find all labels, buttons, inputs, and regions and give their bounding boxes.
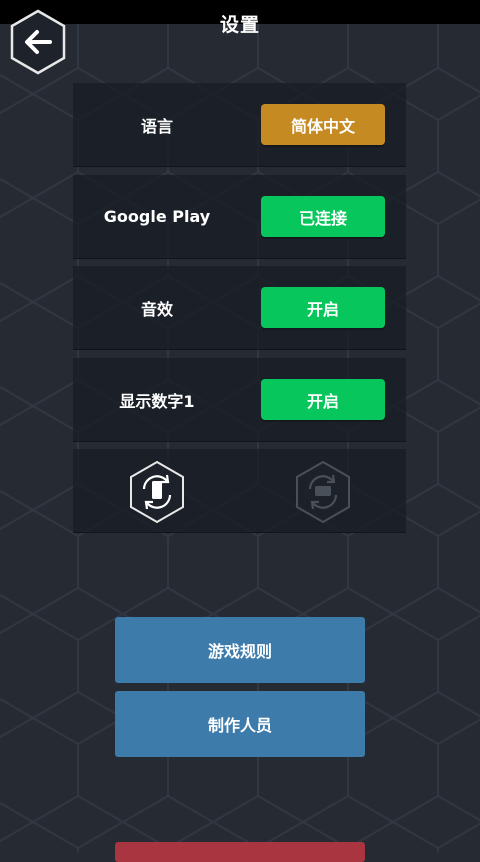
bottom-red-button[interactable]: [115, 842, 365, 862]
setting-row-show-number: 显示数字1 开启: [73, 358, 406, 442]
language-button[interactable]: 简体中文: [261, 104, 385, 145]
setting-row-sound: 音效 开启: [73, 266, 406, 350]
page-title: 设置: [219, 14, 260, 36]
game-rules-button[interactable]: 游戏规则: [115, 617, 365, 683]
setting-row-orientation: [73, 449, 406, 533]
show-number-toggle-button[interactable]: 开启: [261, 379, 385, 420]
rotate-landscape-button[interactable]: [293, 459, 353, 525]
rotate-portrait-button[interactable]: [127, 459, 187, 525]
rotate-landscape-icon: [296, 460, 350, 524]
show-number-label: 显示数字1: [119, 391, 195, 411]
back-button[interactable]: [8, 8, 68, 76]
credits-button[interactable]: 制作人员: [115, 691, 365, 757]
sound-label: 音效: [140, 299, 173, 319]
google-play-button[interactable]: 已连接: [261, 196, 385, 237]
setting-row-language: 语言 简体中文: [73, 83, 406, 167]
sound-toggle-button[interactable]: 开启: [261, 287, 385, 328]
back-arrow-icon: [10, 9, 66, 75]
google-play-label: Google Play: [103, 207, 211, 226]
setting-row-google-play: Google Play 已连接: [73, 175, 406, 259]
rotate-portrait-icon: [130, 460, 184, 524]
language-label: 语言: [140, 116, 173, 136]
